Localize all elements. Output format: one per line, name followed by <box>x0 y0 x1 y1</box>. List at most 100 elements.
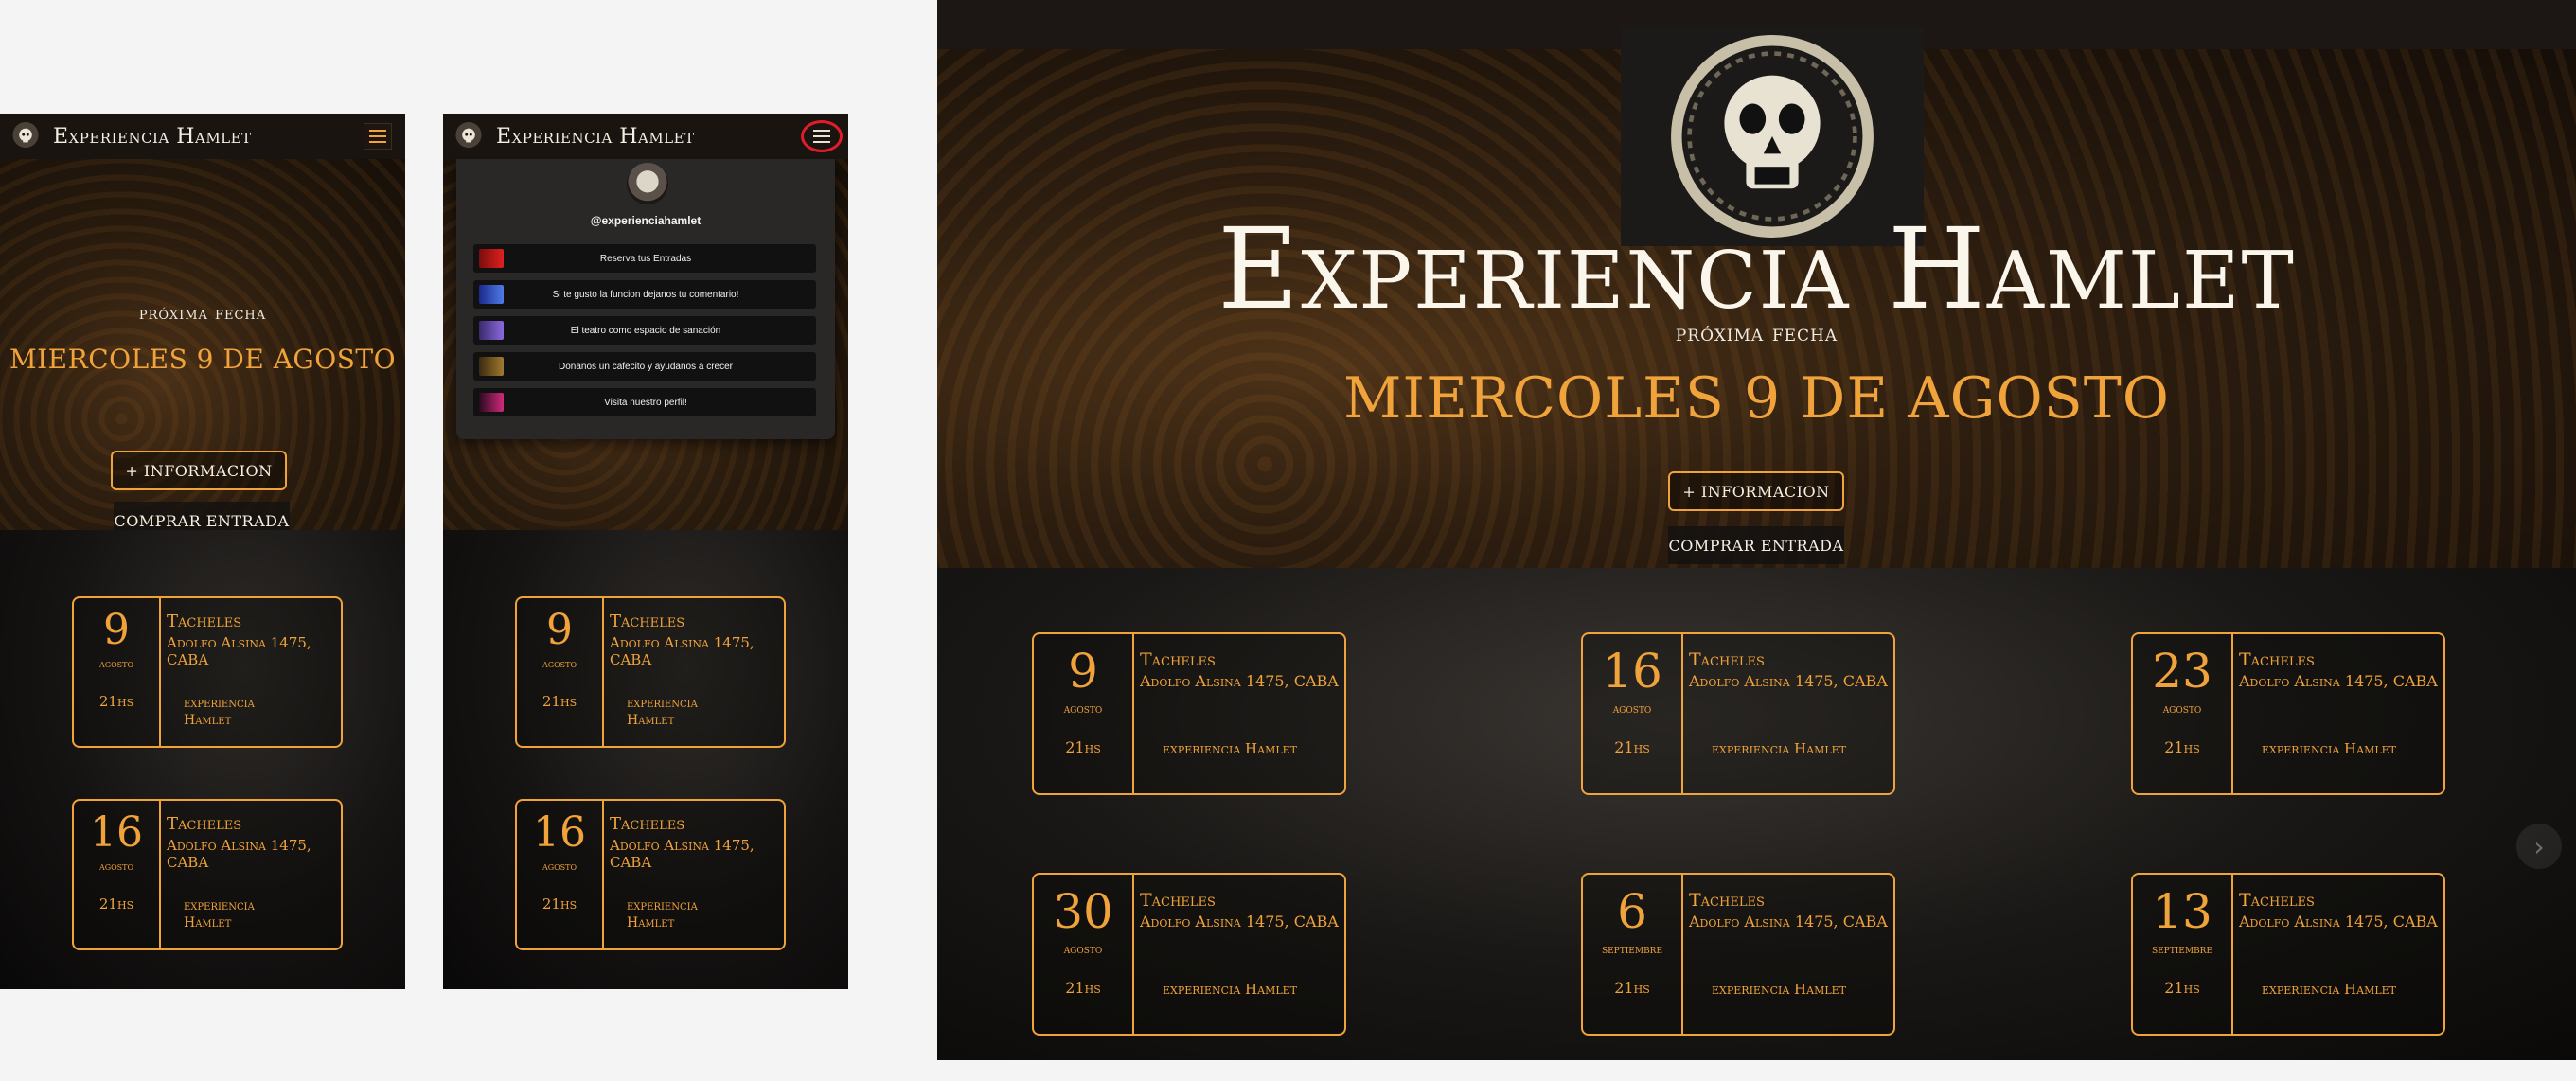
event-show: experiencia Hamlet <box>1712 740 1847 757</box>
event-date-block: 9 agosto 21hs <box>74 598 161 746</box>
event-time: 21hs <box>1065 738 1101 756</box>
event-date-block: 30 agosto 21hs <box>1034 875 1134 1034</box>
event-time: 21hs <box>542 895 577 913</box>
event-show: experiencia Hamlet <box>184 898 255 930</box>
thumbnail-icon <box>479 357 504 376</box>
event-address: Adolfo Alsina 1475, CABA <box>167 837 311 871</box>
thumbnail-icon <box>479 285 504 304</box>
event-details: Tacheles Adolfo Alsina 1475, CABA experi… <box>604 801 784 948</box>
event-date-block: 6 septiembre 21hs <box>1583 875 1683 1034</box>
event-venue: Tacheles <box>167 814 242 834</box>
event-day: 9 <box>103 606 130 654</box>
events-section: 9 agosto 21hs Tacheles Adolfo Alsina 147… <box>443 530 848 989</box>
thumbnail-icon <box>479 393 504 412</box>
link-leave-comment[interactable]: Si te gusto la funcion dejanos tu coment… <box>473 280 816 309</box>
link-label: Reserva tus Entradas <box>599 253 692 264</box>
thumbnail-icon <box>479 249 504 268</box>
event-date-block: 16 agosto 21hs <box>74 801 161 948</box>
event-time: 21hs <box>2164 979 2200 997</box>
event-month: agosto <box>98 859 134 873</box>
event-month: agosto <box>1612 702 1652 717</box>
event-details: Tacheles Adolfo Alsina 1475, CABA experi… <box>1134 875 1344 1034</box>
avatar <box>627 163 668 204</box>
event-time: 21hs <box>542 693 577 710</box>
event-day: 30 <box>1053 884 1113 939</box>
event-details: Tacheles Adolfo Alsina 1475, CABA experi… <box>161 801 341 948</box>
buy-ticket-button[interactable]: COMPRAR ENTRADA <box>1668 526 1844 564</box>
event-card[interactable]: 23 agosto 21hs Tacheles Adolfo Alsina 14… <box>2131 632 2445 795</box>
event-month: agosto <box>2162 702 2202 717</box>
skull-logo-icon[interactable] <box>454 122 483 151</box>
social-handle: @experienciahamlet <box>590 214 702 227</box>
next-date-value: MIERCOLES 9 DE AGOSTO <box>9 344 397 375</box>
event-card[interactable]: 9 agosto 21hs Tacheles Adolfo Alsina 147… <box>72 596 343 748</box>
event-date-block: 16 agosto 21hs <box>1583 634 1683 793</box>
event-venue: Tacheles <box>610 814 685 834</box>
event-address: Adolfo Alsina 1475, CABA <box>1689 672 1888 690</box>
event-address: Adolfo Alsina 1475, CABA <box>167 634 311 668</box>
event-date-block: 23 agosto 21hs <box>2133 634 2233 793</box>
event-time: 21hs <box>1614 738 1650 756</box>
skull-logo-icon[interactable] <box>11 122 40 151</box>
social-links-panel: @experienciahamlet Reserva tus Entradas … <box>456 159 835 439</box>
brand-name[interactable]: Experiencia Hamlet <box>496 125 695 149</box>
event-show: experiencia Hamlet <box>2262 740 2397 757</box>
event-day: 6 <box>1617 884 1647 939</box>
event-month: agosto <box>542 657 577 670</box>
event-month: septiembre <box>1601 943 1663 957</box>
event-show: experiencia Hamlet <box>2262 981 2397 998</box>
event-show: experiencia Hamlet <box>627 898 698 930</box>
event-card[interactable]: 16 agosto 21hs Tacheles Adolfo Alsina 14… <box>72 799 343 950</box>
link-donate-cafecito[interactable]: Donanos un cafecito y ayudanos a crecer <box>473 352 816 381</box>
top-navbar: Experiencia Hamlet <box>443 114 848 159</box>
next-date-label: próxima fecha <box>138 303 267 324</box>
event-day: 16 <box>533 808 586 857</box>
event-time: 21hs <box>98 693 134 710</box>
more-info-button[interactable]: + INFORMACION <box>1668 471 1844 511</box>
event-month: agosto <box>98 657 134 670</box>
more-info-button[interactable]: + INFORMACION <box>111 451 287 490</box>
event-details: Tacheles Adolfo Alsina 1475, CABA experi… <box>2233 634 2443 793</box>
thumbnail-icon <box>479 321 504 340</box>
event-card[interactable]: 30 agosto 21hs Tacheles Adolfo Alsina 14… <box>1032 873 1346 1036</box>
event-card[interactable]: 16 agosto 21hs Tacheles Adolfo Alsina 14… <box>515 799 786 950</box>
event-show: experiencia Hamlet <box>1163 740 1298 757</box>
event-venue: Tacheles <box>2239 890 2315 911</box>
event-time: 21hs <box>98 895 134 913</box>
event-time: 21hs <box>1065 979 1101 997</box>
link-theater-healing[interactable]: El teatro como espacio de sanación <box>473 316 816 345</box>
event-venue: Tacheles <box>1689 649 1765 670</box>
brand-name[interactable]: Experiencia Hamlet <box>53 125 252 149</box>
next-date-value: MIERCOLES 9 DE AGOSTO <box>1342 365 2170 432</box>
event-date-block: 9 agosto 21hs <box>517 598 604 746</box>
event-month: agosto <box>542 859 577 873</box>
event-time: 21hs <box>1614 979 1650 997</box>
event-day: 16 <box>1602 644 1662 699</box>
event-card[interactable]: 9 agosto 21hs Tacheles Adolfo Alsina 147… <box>515 596 786 748</box>
event-venue: Tacheles <box>167 611 242 631</box>
event-time: 21hs <box>2164 738 2200 756</box>
event-day: 9 <box>546 606 573 654</box>
event-show: experiencia Hamlet <box>627 696 698 728</box>
event-card[interactable]: 16 agosto 21hs Tacheles Adolfo Alsina 14… <box>1581 632 1895 795</box>
event-venue: Tacheles <box>1140 649 1216 670</box>
event-day: 23 <box>2152 644 2212 699</box>
link-label: Visita nuestro perfil! <box>604 397 687 408</box>
event-show: experiencia Hamlet <box>1163 981 1298 998</box>
chevron-right-icon[interactable]: › <box>2516 824 2562 869</box>
event-month: agosto <box>1063 943 1103 957</box>
link-label: Si te gusto la funcion dejanos tu coment… <box>552 289 739 300</box>
event-address: Adolfo Alsina 1475, CABA <box>2239 913 2438 930</box>
hamburger-menu-icon[interactable] <box>801 120 843 152</box>
event-card[interactable]: 13 septiembre 21hs Tacheles Adolfo Alsin… <box>2131 873 2445 1036</box>
event-card[interactable]: 9 agosto 21hs Tacheles Adolfo Alsina 147… <box>1032 632 1346 795</box>
event-date-block: 16 agosto 21hs <box>517 801 604 948</box>
link-visit-profile[interactable]: Visita nuestro perfil! <box>473 388 816 416</box>
link-reserve-tickets[interactable]: Reserva tus Entradas <box>473 244 816 273</box>
event-details: Tacheles Adolfo Alsina 1475, CABA experi… <box>604 598 784 746</box>
top-navbar: Experiencia Hamlet <box>0 114 405 159</box>
page-title: Experiencia Hamlet <box>1217 204 2296 334</box>
event-address: Adolfo Alsina 1475, CABA <box>1140 913 1339 930</box>
event-card[interactable]: 6 septiembre 21hs Tacheles Adolfo Alsina… <box>1581 873 1895 1036</box>
hamburger-menu-icon[interactable] <box>364 123 392 150</box>
